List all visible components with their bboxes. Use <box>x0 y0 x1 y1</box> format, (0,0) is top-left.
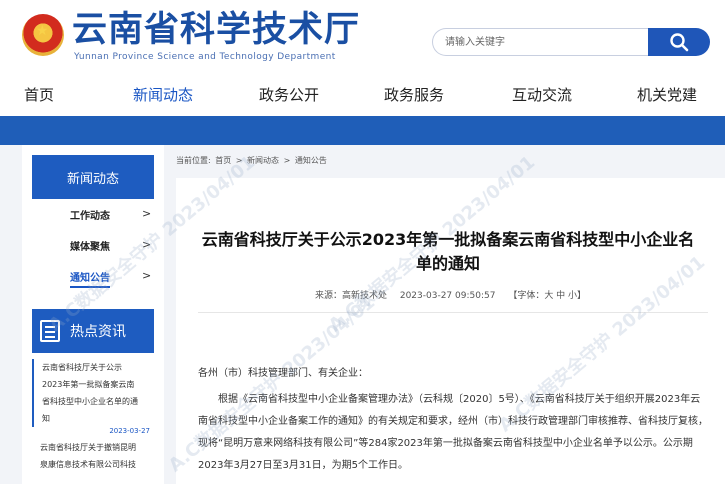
chevron-right-icon: > <box>142 207 152 220</box>
breadcrumb-separator: > <box>235 156 243 165</box>
hot-news-line: 省科技型中小企业名单的通 <box>42 397 138 406</box>
sidebar-item-notices[interactable]: 通知公告 > <box>70 269 160 288</box>
sidebar-heading: 新闻动态 <box>32 155 154 199</box>
chevron-right-icon: > <box>142 238 152 251</box>
site-subtitle: Yunnan Province Science and Technology D… <box>74 52 336 62</box>
nav-item-party[interactable]: 机关党建 <box>637 84 697 105</box>
hot-news-line: 知 <box>42 414 50 423</box>
sidebar-item-label: 工作动态 <box>70 211 110 222</box>
hot-news-line: 云南省科技厅关于公示 <box>42 363 122 372</box>
hot-news-item[interactable]: 云南省科技厅关于公示 2023年第一批拟备案云南 省科技型中小企业名单的通 知 <box>32 359 154 427</box>
article-source: 来源：高新技术处 <box>314 291 387 301</box>
article-meta: 来源：高新技术处 2023-03-27 09:50:57 【字体：大 中 小】 <box>176 288 725 301</box>
nav-item-news[interactable]: 新闻动态 <box>133 84 193 105</box>
site-header: ★ 云南省科学技术厅 Yunnan Province Science and T… <box>0 0 725 76</box>
main-nav: 首页 新闻动态 政务公开 政务服务 互动交流 机关党建 <box>0 76 725 116</box>
sidebar-item-label: 通知公告 <box>70 273 110 288</box>
breadcrumb-separator: > <box>283 156 291 165</box>
search-button[interactable] <box>648 28 710 56</box>
article-salutation: 各州（市）科技管理部门、有关企业： <box>198 368 368 379</box>
article-panel: 云南省科技厅关于公示2023年第一批拟备案云南省科技型中小企业名单的通知 来源：… <box>176 178 725 484</box>
hot-news-line: 2023年第一批拟备案云南 <box>42 380 135 389</box>
hot-news-label: 热点资讯 <box>70 324 126 340</box>
sidebar-item-label: 媒体聚焦 <box>70 242 110 253</box>
breadcrumb-prefix: 当前位置: <box>176 156 211 165</box>
sidebar: 新闻动态 工作动态 > 媒体聚焦 > 通知公告 > 热点资讯 云南省科技厅关于公… <box>22 145 164 484</box>
article-datetime: 2023-03-27 09:50:57 <box>399 291 496 301</box>
breadcrumb-news[interactable]: 新闻动态 <box>247 156 279 165</box>
search-box <box>432 28 650 56</box>
document-icon <box>40 320 60 342</box>
search-icon <box>670 33 689 52</box>
hot-news-date: 2023-03-27 <box>109 427 150 435</box>
breadcrumb-notices[interactable]: 通知公告 <box>295 156 327 165</box>
hot-news-line: 泉康信息技术有限公司科技 <box>40 460 136 469</box>
sidebar-item-work-news[interactable]: 工作动态 > <box>70 207 160 222</box>
breadcrumb: 当前位置: 首页 > 新闻动态 > 通知公告 <box>176 155 329 166</box>
nav-item-gov-affairs[interactable]: 政务公开 <box>259 84 319 105</box>
article-title: 云南省科技厅关于公示2023年第一批拟备案云南省科技型中小企业名单的通知 <box>201 230 695 273</box>
hot-news-list: 云南省科技厅关于公示 2023年第一批拟备案云南 省科技型中小企业名单的通 知 … <box>32 359 154 473</box>
breadcrumb-home[interactable]: 首页 <box>215 156 231 165</box>
hot-news-item[interactable]: 云南省科技厅关于撤销昆明 泉康信息技术有限公司科技 <box>32 439 154 473</box>
sidebar-item-media[interactable]: 媒体聚焦 > <box>70 238 160 253</box>
hot-news-line: 云南省科技厅关于撤销昆明 <box>40 443 136 452</box>
nav-item-interaction[interactable]: 互动交流 <box>512 84 572 105</box>
nav-item-home[interactable]: 首页 <box>24 84 54 105</box>
font-size-control[interactable]: 【字体：大 中 小】 <box>508 291 586 301</box>
national-emblem-icon: ★ <box>22 14 64 56</box>
hot-news-heading: 热点资讯 <box>32 309 154 353</box>
divider <box>198 312 708 313</box>
search-input[interactable] <box>445 29 645 55</box>
nav-item-gov-services[interactable]: 政务服务 <box>384 84 444 105</box>
chevron-right-icon: > <box>142 269 152 282</box>
site-title[interactable]: 云南省科学技术厅 <box>72 10 360 50</box>
article-body: 根据《云南省科技型中小企业备案管理办法》（云科规〔2020〕5号）、《云南省科技… <box>198 394 708 471</box>
